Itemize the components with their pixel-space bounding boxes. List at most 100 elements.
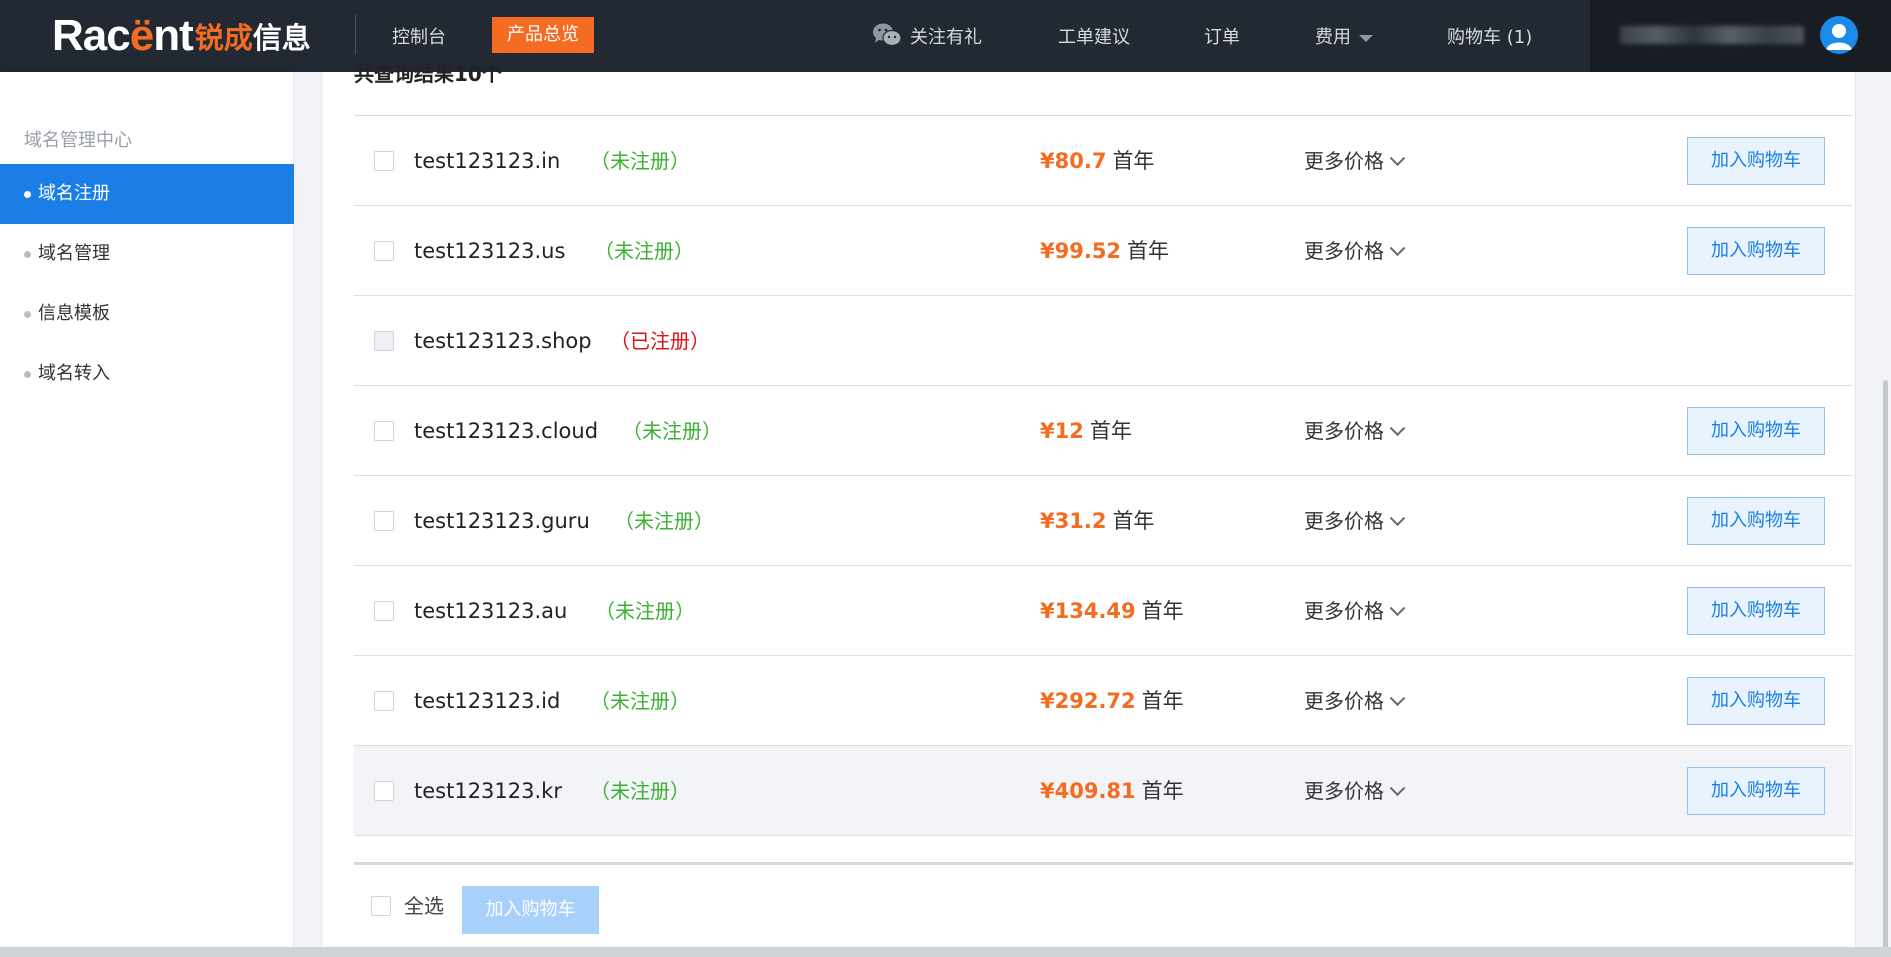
nav-orders-link[interactable]: 订单 bbox=[1204, 23, 1240, 49]
row-checkbox[interactable] bbox=[374, 601, 394, 621]
row-checkbox[interactable] bbox=[374, 241, 394, 261]
more-price-toggle[interactable]: 更多价格 bbox=[1304, 506, 1406, 536]
chevron-down-icon bbox=[1389, 780, 1406, 797]
sidebar-item-domain-register[interactable]: 域名注册 bbox=[0, 164, 294, 224]
domain-price: ¥31.2 首年 bbox=[1040, 506, 1154, 536]
nav-follow-gift-link[interactable]: 关注有礼 bbox=[910, 23, 982, 49]
domain-price: ¥99.52 首年 bbox=[1040, 236, 1169, 266]
domain-name: test123123.us bbox=[414, 239, 566, 263]
more-price-label: 更多价格 bbox=[1304, 149, 1384, 173]
domain-price: ¥292.72 首年 bbox=[1040, 686, 1184, 716]
price-amount: ¥31.2 bbox=[1040, 509, 1107, 533]
vertical-scrollbar-thumb[interactable] bbox=[1883, 380, 1888, 957]
more-price-toggle[interactable]: 更多价格 bbox=[1304, 686, 1406, 716]
more-price-toggle[interactable]: 更多价格 bbox=[1304, 236, 1406, 266]
domain-row: test123123.id （未注册） ¥292.72 首年 更多价格 加入购物车 bbox=[354, 656, 1853, 746]
add-to-cart-button[interactable]: 加入购物车 bbox=[1687, 677, 1825, 725]
domain-name: test123123.au bbox=[414, 599, 568, 623]
domain-row: test123123.cloud （未注册） ¥12 首年 更多价格 加入购物车 bbox=[354, 386, 1853, 476]
price-unit: 首年 bbox=[1112, 149, 1155, 173]
domain-row: test123123.us （未注册） ¥99.52 首年 更多价格 加入购物车 bbox=[354, 206, 1853, 296]
price-unit: 首年 bbox=[1127, 239, 1170, 263]
sidebar: 域名管理中心 域名注册 域名管理 信息模板 域名转入 bbox=[0, 72, 294, 957]
add-to-cart-button[interactable]: 加入购物车 bbox=[1687, 227, 1825, 275]
sidebar-item-domain-manage[interactable]: 域名管理 bbox=[0, 224, 294, 284]
domain-name: test123123.cloud bbox=[414, 419, 599, 443]
more-price-label: 更多价格 bbox=[1304, 509, 1384, 533]
price-unit: 首年 bbox=[1089, 419, 1132, 443]
price-amount: ¥409.81 bbox=[1040, 779, 1136, 803]
row-checkbox[interactable] bbox=[374, 421, 394, 441]
domain-price: ¥409.81 首年 bbox=[1040, 776, 1184, 806]
chevron-down-icon bbox=[1389, 240, 1406, 257]
domain-status: （未注册） bbox=[590, 689, 690, 713]
logo-divider bbox=[355, 14, 356, 54]
select-all-checkbox[interactable] bbox=[371, 896, 391, 916]
sidebar-item-label: 域名管理 bbox=[38, 243, 110, 264]
nav-products-overview-button[interactable]: 产品总览 bbox=[492, 17, 594, 53]
domain-row: test123123.in （未注册） ¥80.7 首年 更多价格 加入购物车 bbox=[354, 116, 1853, 206]
domain-name: test123123.id bbox=[414, 689, 561, 713]
bullet-dot-icon bbox=[24, 311, 31, 318]
footer-divider bbox=[354, 862, 1853, 865]
add-to-cart-button[interactable]: 加入购物车 bbox=[1687, 587, 1825, 635]
caret-down-icon bbox=[1359, 34, 1373, 42]
domain-status: （未注册） bbox=[614, 509, 714, 533]
add-to-cart-button[interactable]: 加入购物车 bbox=[1687, 767, 1825, 815]
logo-chinese-name: 锐成信息 bbox=[194, 21, 311, 55]
nav-cart-link[interactable]: 购物车 (1) bbox=[1447, 23, 1532, 49]
more-price-toggle[interactable]: 更多价格 bbox=[1304, 416, 1406, 446]
nav-console-link[interactable]: 控制台 bbox=[392, 23, 446, 49]
bullet-dot-icon bbox=[24, 251, 31, 258]
more-price-toggle[interactable]: 更多价格 bbox=[1304, 776, 1406, 806]
domain-name: test123123.shop bbox=[414, 329, 592, 353]
price-amount: ¥12 bbox=[1040, 419, 1084, 443]
more-price-label: 更多价格 bbox=[1304, 689, 1384, 713]
select-all-label[interactable]: 全选 bbox=[404, 892, 444, 920]
row-checkbox[interactable] bbox=[374, 151, 394, 171]
domain-row: test123123.au （未注册） ¥134.49 首年 更多价格 加入购物车 bbox=[354, 566, 1853, 656]
more-price-label: 更多价格 bbox=[1304, 599, 1384, 623]
nav-ticket-suggestion-link[interactable]: 工单建议 bbox=[1058, 23, 1130, 49]
nav-fees-label: 费用 bbox=[1315, 27, 1351, 48]
domain-status: （未注册） bbox=[594, 239, 694, 263]
domain-price: ¥80.7 首年 bbox=[1040, 146, 1154, 176]
domain-status: （未注册） bbox=[590, 779, 690, 803]
price-amount: ¥134.49 bbox=[1040, 599, 1136, 623]
price-amount: ¥292.72 bbox=[1040, 689, 1136, 713]
result-count-heading: 共查询结果10个 bbox=[354, 62, 502, 86]
domain-row: test123123.guru （未注册） ¥31.2 首年 更多价格 加入购物车 bbox=[354, 476, 1853, 566]
more-price-toggle[interactable]: 更多价格 bbox=[1304, 146, 1406, 176]
bullet-dot-icon bbox=[24, 371, 31, 378]
add-to-cart-button[interactable]: 加入购物车 bbox=[1687, 497, 1825, 545]
add-to-cart-button[interactable]: 加入购物车 bbox=[1687, 407, 1825, 455]
user-account-area[interactable] bbox=[1590, 0, 1891, 72]
chevron-down-icon bbox=[1389, 510, 1406, 527]
domain-price: ¥12 首年 bbox=[1040, 416, 1132, 446]
price-amount: ¥80.7 bbox=[1040, 149, 1107, 173]
domain-status: （已注册） bbox=[610, 329, 710, 353]
sidebar-item-label: 域名转入 bbox=[38, 363, 110, 384]
price-amount: ¥99.52 bbox=[1040, 239, 1122, 263]
price-unit: 首年 bbox=[1141, 689, 1184, 713]
domain-name: test123123.in bbox=[414, 149, 561, 173]
user-avatar-icon[interactable] bbox=[1820, 16, 1858, 54]
row-checkbox[interactable] bbox=[374, 511, 394, 531]
row-checkbox[interactable] bbox=[374, 781, 394, 801]
chevron-down-icon bbox=[1389, 150, 1406, 167]
domain-row: test123123.kr （未注册） ¥409.81 首年 更多价格 加入购物车 bbox=[354, 746, 1853, 836]
horizontal-scrollbar[interactable] bbox=[0, 947, 1891, 957]
chevron-down-icon bbox=[1389, 420, 1406, 437]
sidebar-item-info-template[interactable]: 信息模板 bbox=[0, 284, 294, 344]
sidebar-item-domain-transfer[interactable]: 域名转入 bbox=[0, 344, 294, 404]
more-price-toggle[interactable]: 更多价格 bbox=[1304, 596, 1406, 626]
row-checkbox[interactable] bbox=[374, 691, 394, 711]
chevron-down-icon bbox=[1389, 690, 1406, 707]
add-to-cart-button[interactable]: 加入购物车 bbox=[1687, 137, 1825, 185]
nav-fees-dropdown[interactable]: 费用 bbox=[1315, 23, 1373, 49]
wechat-icon bbox=[873, 23, 902, 47]
racent-logo[interactable]: Racënt 锐成信息 bbox=[52, 11, 311, 60]
bulk-add-to-cart-button[interactable]: 加入购物车 bbox=[462, 886, 599, 934]
user-name-redacted bbox=[1620, 26, 1804, 44]
top-navigation-bar: Racënt 锐成信息 控制台 产品总览 关注有礼 工单建议 订单 费用 购物车… bbox=[0, 0, 1891, 72]
